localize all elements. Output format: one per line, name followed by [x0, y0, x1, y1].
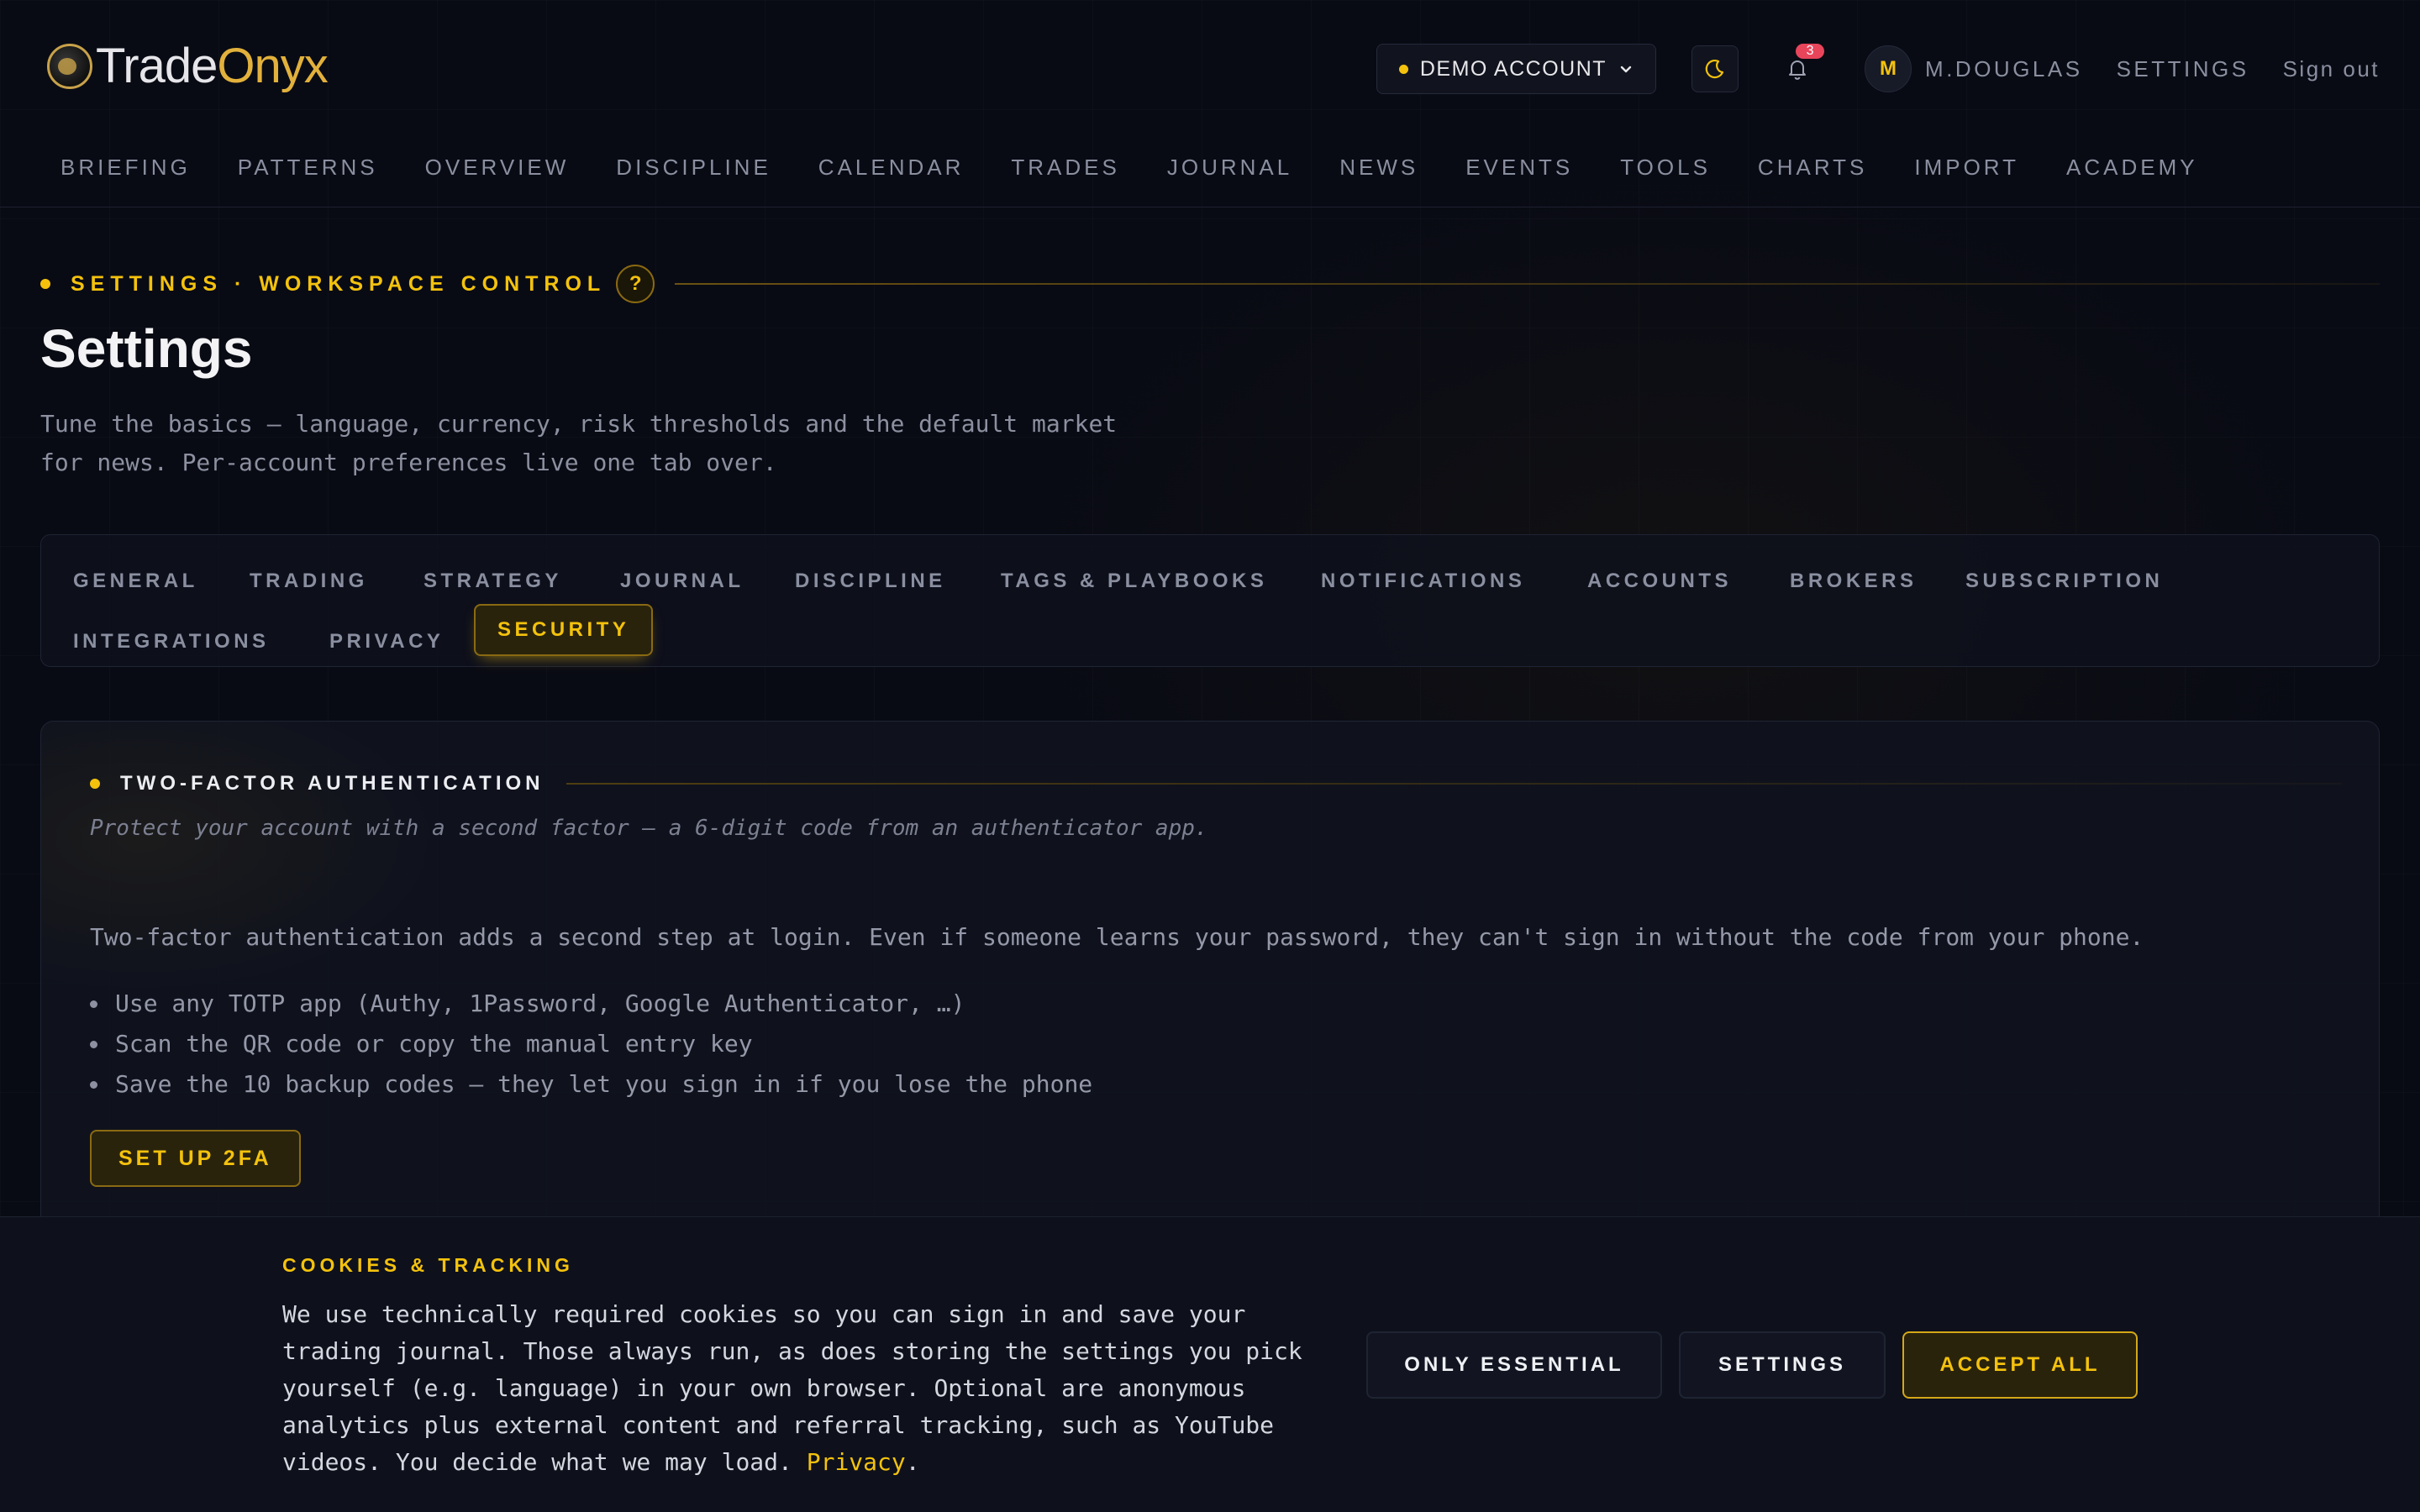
- card-title: TWO-FACTOR AUTHENTICATION: [120, 772, 544, 795]
- account-switcher[interactable]: DEMO ACCOUNT: [1376, 44, 1657, 94]
- nav-item-patterns[interactable]: PATTERNS: [238, 155, 378, 181]
- top-bar: TradeOnyx DEMO ACCOUNT 3 M M.DOUGLAS SET…: [0, 0, 2420, 180]
- tab-security[interactable]: SECURITY: [474, 604, 654, 656]
- privacy-link[interactable]: Privacy: [807, 1448, 906, 1476]
- page-subtitle: Tune the basics — language, currency, ri…: [40, 410, 1118, 476]
- avatar[interactable]: M: [1865, 45, 1912, 92]
- header-actions: DEMO ACCOUNT 3 M M.DOUGLAS SETTINGS Sign…: [1376, 44, 2380, 94]
- user-name-link[interactable]: M.DOUGLAS: [1925, 56, 2083, 82]
- card-header: TWO-FACTOR AUTHENTICATION: [90, 772, 2342, 795]
- nav-item-briefing[interactable]: BRIEFING: [60, 155, 191, 181]
- nav-item-news[interactable]: NEWS: [1339, 155, 1418, 181]
- nav-item-journal[interactable]: JOURNAL: [1167, 155, 1292, 181]
- settings-tabs: GENERAL TRADING STRATEGY JOURNAL DISCIPL…: [40, 534, 2380, 667]
- page-title: Settings: [40, 318, 253, 379]
- cookie-text-block: We use technically required cookies so y…: [282, 1300, 1302, 1476]
- nav-item-discipline[interactable]: DISCIPLINE: [616, 155, 771, 181]
- nav-item-import[interactable]: IMPORT: [1914, 155, 2019, 181]
- card-bullet-list: Use any TOTP app (Authy, 1Password, Goog…: [90, 984, 1092, 1105]
- notifications-button[interactable]: 3: [1774, 44, 1825, 92]
- list-item: Scan the QR code or copy the manual entr…: [90, 1024, 1092, 1064]
- nav-item-overview[interactable]: OVERVIEW: [425, 155, 570, 181]
- tab-subscription[interactable]: SUBSCRIPTION: [1965, 555, 2163, 607]
- card-title-divider: [566, 783, 2342, 785]
- eyebrow-divider: [675, 283, 2380, 285]
- nav-item-charts[interactable]: CHARTS: [1758, 155, 1867, 181]
- logo-icon: [47, 44, 92, 89]
- card-body-text: Two-factor authentication adds a second …: [90, 923, 2144, 951]
- eyebrow-label: SETTINGS · WORKSPACE CONTROL: [71, 271, 607, 296]
- nav-item-trades[interactable]: TRADES: [1011, 155, 1119, 181]
- accept-all-button[interactable]: ACCEPT ALL: [1902, 1331, 2138, 1399]
- cookie-settings-button[interactable]: SETTINGS: [1679, 1331, 1886, 1399]
- setup-2fa-button[interactable]: SET UP 2FA: [90, 1130, 301, 1187]
- tab-notifications[interactable]: NOTIFICATIONS: [1321, 555, 1525, 607]
- tab-privacy[interactable]: PRIVACY: [329, 616, 444, 668]
- brand-logo[interactable]: TradeOnyx: [47, 39, 329, 93]
- brand-name: TradeOnyx: [96, 39, 329, 93]
- section-eyebrow: SETTINGS · WORKSPACE CONTROL ?: [40, 265, 2380, 303]
- eyebrow-dot: [40, 279, 50, 289]
- list-item: Use any TOTP app (Authy, 1Password, Goog…: [90, 984, 1092, 1024]
- account-status-dot: [1398, 64, 1408, 74]
- tab-accounts[interactable]: ACCOUNTS: [1587, 555, 1732, 607]
- help-button[interactable]: ?: [616, 265, 655, 303]
- list-item: Save the 10 backup codes — they let you …: [90, 1064, 1092, 1105]
- theme-toggle-button[interactable]: [1691, 45, 1739, 92]
- nav-item-events[interactable]: EVENTS: [1465, 155, 1573, 181]
- nav-item-calendar[interactable]: CALENDAR: [818, 155, 965, 181]
- cookie-banner: COOKIES & TRACKING We use technically re…: [0, 1216, 2420, 1512]
- cookie-text: We use technically required cookies so y…: [282, 1300, 1302, 1476]
- tab-brokers[interactable]: BROKERS: [1790, 555, 1918, 607]
- tab-integrations[interactable]: INTEGRATIONS: [73, 616, 270, 668]
- cookie-title: COOKIES & TRACKING: [282, 1254, 574, 1276]
- header-settings-link[interactable]: SETTINGS: [2117, 56, 2249, 82]
- account-label: DEMO ACCOUNT: [1419, 56, 1607, 81]
- tab-trading[interactable]: TRADING: [250, 555, 368, 607]
- tab-strategy[interactable]: STRATEGY: [424, 555, 562, 607]
- nav-item-academy[interactable]: ACADEMY: [2066, 155, 2198, 181]
- card-title-dot: [90, 779, 100, 789]
- moon-icon: [1705, 60, 1724, 79]
- tab-tags-playbooks[interactable]: TAGS & PLAYBOOKS: [1001, 555, 1267, 607]
- tab-discipline[interactable]: DISCIPLINE: [795, 555, 946, 607]
- card-description: Protect your account with a second facto…: [90, 816, 1208, 841]
- sign-out-link[interactable]: Sign out: [2283, 56, 2380, 82]
- chevron-down-icon: [1620, 66, 1632, 73]
- tab-general[interactable]: GENERAL: [73, 555, 198, 607]
- bell-icon: [1789, 60, 1807, 80]
- main-nav: BRIEFING PATTERNS OVERVIEW DISCIPLINE CA…: [60, 155, 2245, 181]
- only-essential-button[interactable]: ONLY ESSENTIAL: [1366, 1331, 1662, 1399]
- tab-journal[interactable]: JOURNAL: [620, 555, 744, 607]
- nav-item-tools[interactable]: TOOLS: [1620, 155, 1711, 181]
- notification-count-badge: 3: [1796, 44, 1825, 59]
